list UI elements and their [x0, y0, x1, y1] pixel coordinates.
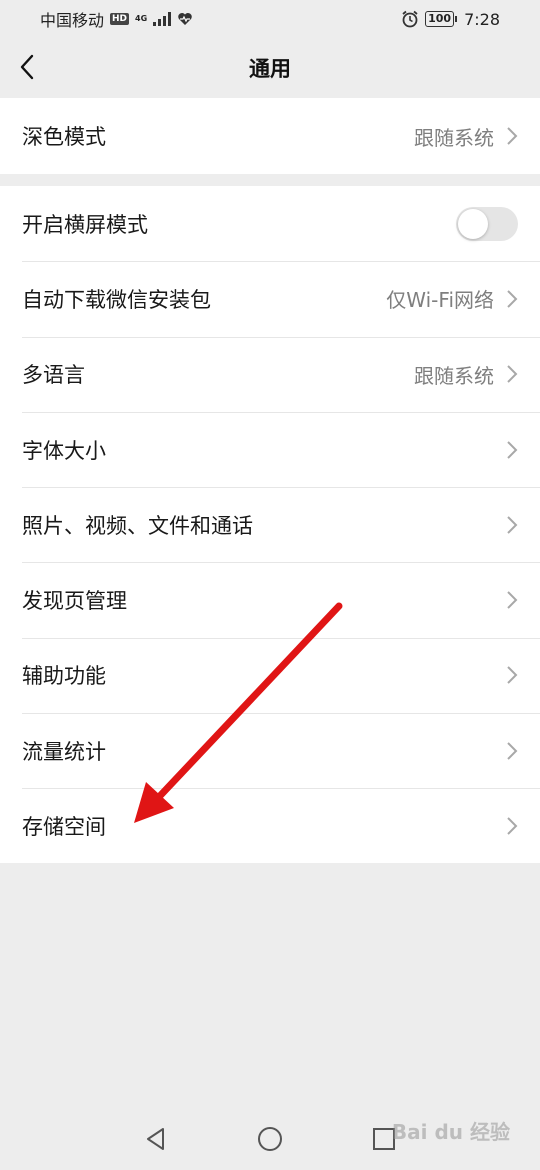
row-label: 多语言 — [22, 363, 85, 388]
accessibility-row[interactable]: 辅助功能 — [0, 637, 540, 713]
row-label: 存储空间 — [22, 815, 106, 840]
status-left: 中国移动 HD 4G — [40, 7, 193, 31]
nav-home-icon[interactable] — [257, 1126, 283, 1152]
network-label: 4G — [135, 14, 148, 23]
chevron-right-icon — [507, 817, 518, 835]
toggle-knob — [458, 208, 488, 239]
status-bar: 中国移动 HD 4G 100 7:28 — [0, 0, 540, 38]
chevron-right-icon — [507, 742, 518, 760]
row-label: 流量统计 — [22, 739, 106, 764]
back-arrow-icon[interactable] — [16, 52, 40, 82]
chevron-right-icon — [507, 666, 518, 685]
font-size-row[interactable]: 字体大小 — [0, 411, 540, 487]
row-value: 仅Wi-Fi网络 — [386, 288, 494, 313]
landscape-toggle[interactable] — [456, 206, 518, 241]
media-calls-row[interactable]: 照片、视频、文件和通话 — [0, 487, 540, 562]
row-value: 跟随系统 — [414, 363, 494, 388]
hd-badge: HD — [110, 13, 130, 25]
dark-mode-row[interactable]: 深色模式 跟随系统 — [0, 98, 540, 174]
auto-download-row[interactable]: 自动下载微信安装包 仅Wi-Fi网络 — [0, 261, 540, 336]
page-title: 通用 — [249, 57, 291, 81]
chevron-right-icon — [507, 290, 518, 308]
status-right: 100 7:28 — [401, 10, 500, 29]
settings-group-display: 深色模式 跟随系统 — [0, 98, 540, 174]
chevron-right-icon — [507, 127, 518, 145]
data-usage-row[interactable]: 流量统计 — [0, 713, 540, 788]
chevron-right-icon — [507, 365, 518, 383]
clock: 7:28 — [464, 9, 500, 29]
watermark: Bai du 经验 — [391, 1120, 510, 1144]
row-label: 自动下载微信安装包 — [22, 287, 211, 312]
settings-group-general: 开启横屏模式 自动下载微信安装包 仅Wi-Fi网络 多语言 跟随系统 字体大小 … — [0, 186, 540, 863]
battery-level: 100 — [428, 12, 452, 25]
nav-back-icon[interactable] — [143, 1126, 169, 1152]
discover-management-row[interactable]: 发现页管理 — [0, 562, 540, 637]
language-row[interactable]: 多语言 跟随系统 — [0, 336, 540, 412]
chevron-right-icon — [507, 591, 518, 609]
row-label: 深色模式 — [22, 125, 106, 149]
network-type: 4G — [135, 15, 147, 23]
chevron-right-icon — [507, 516, 518, 534]
row-value: 跟随系统 — [414, 125, 494, 150]
row-label: 辅助功能 — [22, 664, 106, 689]
row-label: 字体大小 — [22, 438, 106, 463]
chevron-right-icon — [507, 440, 518, 459]
alarm-icon — [402, 10, 418, 28]
landscape-mode-row: 开启横屏模式 — [0, 186, 540, 261]
row-label: 开启横屏模式 — [22, 212, 148, 237]
battery-icon: 100 — [425, 11, 458, 27]
storage-row[interactable]: 存储空间 — [0, 788, 540, 863]
signal-icon — [153, 12, 172, 26]
heart-icon — [178, 13, 192, 25]
carrier-name: 中国移动 — [40, 11, 105, 30]
title-bar: 通用 — [0, 38, 540, 98]
row-label: 发现页管理 — [22, 589, 127, 614]
row-label: 照片、视频、文件和通话 — [22, 513, 253, 538]
